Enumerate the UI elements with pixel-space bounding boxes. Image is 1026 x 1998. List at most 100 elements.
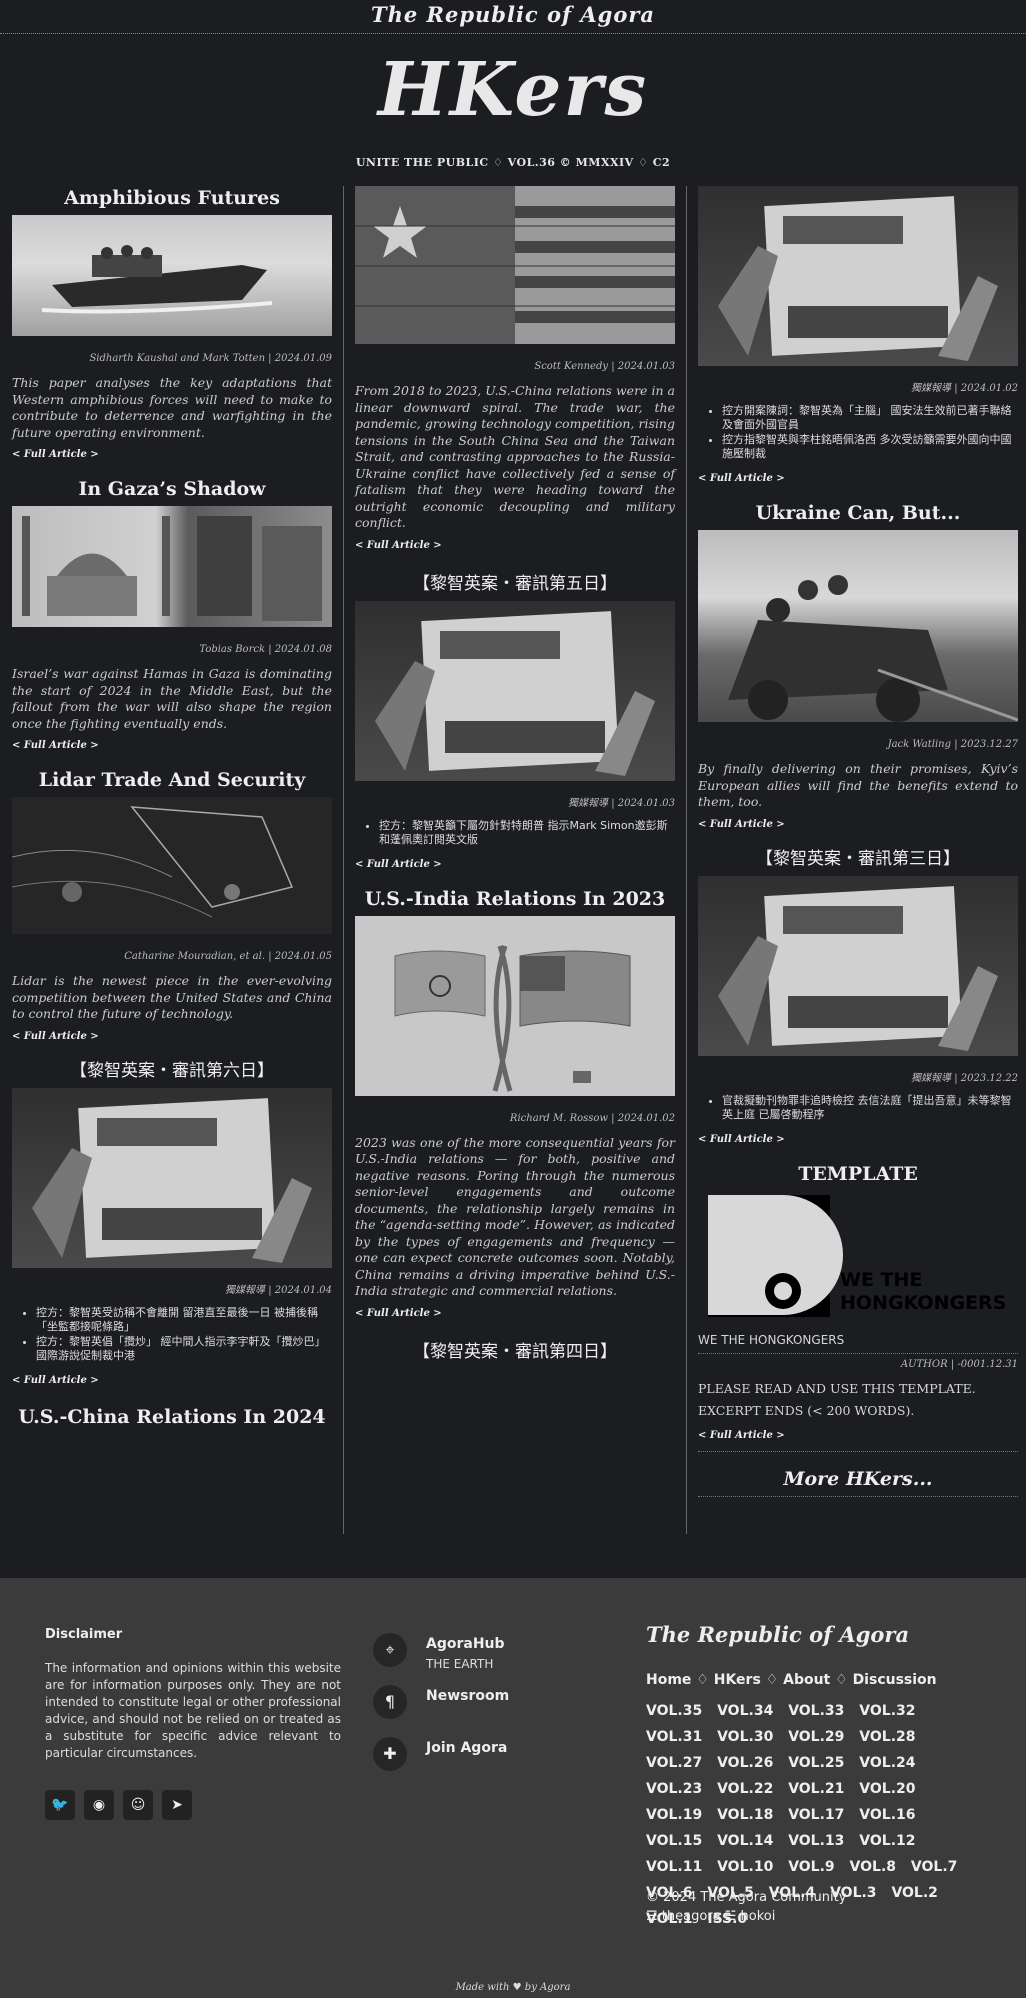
volume-link[interactable]: VOL.15 [646, 1833, 702, 1849]
full-article-link[interactable]: < Full Article > [12, 740, 332, 751]
article-title[interactable]: 【黎智英案・審訊第六日】 [12, 1058, 332, 1084]
full-article-link[interactable]: < Full Article > [698, 473, 1018, 484]
volume-link[interactable]: VOL.8 [850, 1859, 896, 1875]
volume-link[interactable]: VOL.33 [788, 1703, 844, 1719]
volume-link[interactable]: VOL.12 [859, 1833, 915, 1849]
more-hkers-link[interactable]: More HKers... [698, 1468, 1018, 1490]
full-article-link[interactable]: < Full Article > [12, 449, 332, 460]
telegram-icon[interactable]: ➤ [162, 1790, 192, 1820]
nav-home[interactable]: Home [646, 1672, 691, 1688]
footer-links[interactable]: ☰ theagora ☱ hokoi [646, 1907, 846, 1926]
article-title[interactable]: Ukraine Can, But... [698, 500, 1018, 526]
volume-link[interactable]: VOL.31 [646, 1729, 702, 1745]
volume-link[interactable]: VOL.32 [859, 1703, 915, 1719]
volume-link[interactable]: VOL.30 [717, 1729, 773, 1745]
volume-link[interactable]: VOL.16 [859, 1807, 915, 1823]
hkers-logo[interactable]: HKers [0, 50, 1026, 130]
volume-link[interactable]: VOL.27 [646, 1755, 702, 1771]
volume-link[interactable]: VOL.20 [859, 1781, 915, 1797]
full-article-link[interactable]: < Full Article > [698, 819, 1018, 830]
speedboat-photo[interactable] [12, 215, 332, 336]
newspaper-protest-photo[interactable] [698, 186, 1018, 366]
article-title[interactable]: 【黎智英案・審訊第三日】 [698, 846, 1018, 872]
article-card: Amphibious Futures Sidharth Kaushal and … [12, 185, 332, 460]
article-excerpt: From 2018 to 2023, U.S.-China relations … [355, 383, 675, 530]
full-article-link[interactable]: < Full Article > [355, 1308, 675, 1319]
article-card: 【黎智英案・審訊第五日】 獨媒報導 | 2024.01.03 控方：黎智英籲下屬… [355, 571, 675, 870]
bullet-item: 官裁擬動刊物罪非追時檢控 去信法庭「提出吾意」未等黎智英上庭 已屬啓動程序 [722, 1094, 1018, 1122]
github-icon[interactable]: ◉ [84, 1790, 114, 1820]
volume-subline: UNITE THE PUBLIC ♢ VOL.36 © MMXXIV ♢ C2 [355, 156, 671, 169]
template-image-text: HONGKONGERS [840, 1292, 1006, 1314]
full-article-link[interactable]: < Full Article > [698, 1134, 1018, 1145]
full-article-link[interactable]: < Full Article > [355, 540, 675, 551]
volume-link[interactable]: VOL.22 [717, 1781, 773, 1797]
newspaper-protest-photo[interactable] [698, 875, 1018, 1056]
article-bullets: 控方：黎智英籲下屬勿針對特朗普 指示Mark Simon邀彭斯和蓬佩奧訂閱英文版 [379, 819, 675, 847]
flags-wall-graphic [355, 186, 675, 344]
hub-name[interactable]: Join Agora [426, 1740, 507, 1756]
volume-link[interactable]: VOL.13 [788, 1833, 844, 1849]
full-article-link[interactable]: < Full Article > [355, 859, 675, 870]
volume-link[interactable]: VOL.7 [911, 1859, 957, 1875]
template-caption: WE THE HONGKONGERS [698, 1333, 1018, 1354]
volume-link[interactable]: VOL.21 [788, 1781, 844, 1797]
mosque-ruins-photo[interactable] [12, 506, 332, 627]
footer-copyright-block: © 2024 The Agora Community ☰ theagora ☱ … [646, 1888, 846, 1926]
volume-link[interactable]: VOL.34 [717, 1703, 773, 1719]
volume-link[interactable]: VOL.35 [646, 1703, 702, 1719]
full-article-link[interactable]: < Full Article > [12, 1375, 332, 1386]
volume-link[interactable]: VOL.24 [859, 1755, 915, 1771]
article-title[interactable]: U.S.-China Relations In 2024 [12, 1404, 332, 1430]
volume-link[interactable]: VOL.10 [717, 1859, 773, 1875]
lidar-pointcloud-image[interactable] [12, 797, 332, 934]
nav-about[interactable]: About [783, 1672, 830, 1688]
article-title[interactable]: Amphibious Futures [12, 185, 332, 211]
volume-link[interactable]: VOL.26 [717, 1755, 773, 1771]
volume-link[interactable]: VOL.11 [646, 1859, 702, 1875]
we-the-hongkongers-image[interactable]: WE THE HONGKONGERS [698, 1190, 1018, 1319]
made-with-credit: Made with ♥ by Agora [455, 1982, 571, 1993]
reddit-icon[interactable]: ☺ [123, 1790, 153, 1820]
footer-republic-title[interactable]: The Republic of Agora [646, 1622, 909, 1647]
template-image-text: WE THE [840, 1269, 922, 1291]
newspaper-protest-photo[interactable] [355, 600, 675, 781]
article-title[interactable]: Lidar Trade And Security [12, 767, 332, 793]
volume-link[interactable]: VOL.29 [788, 1729, 844, 1745]
volume-link[interactable]: VOL.17 [788, 1807, 844, 1823]
top-bar: The Republic of Agora [0, 0, 1026, 34]
article-title[interactable]: U.S.-India Relations In 2023 [355, 886, 675, 912]
disclaimer-text: The information and opinions within this… [45, 1661, 341, 1760]
flags-brick-wall-photo[interactable] [355, 186, 675, 344]
volume-link[interactable]: VOL.2 [891, 1885, 937, 1901]
hub-name[interactable]: AgoraHub [426, 1636, 505, 1652]
bullet-item: 控方：黎智英受訪稱不會離開 留港直至最後一日 被捕後稱「坐監都接呢條路」 [36, 1306, 332, 1334]
article-title[interactable]: 【黎智英案・審訊第五日】 [355, 571, 675, 597]
article-meta: Scott Kennedy | 2024.01.03 [534, 361, 675, 372]
nav-hkers[interactable]: HKers [714, 1672, 761, 1688]
column-divider [343, 186, 344, 1534]
hub-name[interactable]: Newsroom [426, 1688, 509, 1704]
volume-link[interactable]: VOL.25 [788, 1755, 844, 1771]
full-article-link[interactable]: < Full Article > [698, 1430, 1018, 1441]
article-title[interactable]: In Gaza’s Shadow [12, 476, 332, 502]
article-card: Ukraine Can, But... Jack Watling | 2023.… [698, 500, 1018, 830]
article-card: U.S.-India Relations In 2023 Richard M. … [355, 886, 675, 1319]
volume-link[interactable]: VOL.28 [859, 1729, 915, 1745]
twitter-icon[interactable]: 🐦 [45, 1790, 75, 1820]
newspaper-protest-photo[interactable] [12, 1087, 332, 1268]
volume-link[interactable]: VOL.9 [788, 1859, 834, 1875]
volume-link[interactable]: VOL.18 [717, 1807, 773, 1823]
full-article-link[interactable]: < Full Article > [12, 1031, 332, 1042]
soldiers-vehicle-photo[interactable] [698, 530, 1018, 722]
volume-link[interactable]: VOL.19 [646, 1807, 702, 1823]
newspaper-graphic [32, 1097, 312, 1263]
article-title[interactable]: 【黎智英案・審訊第四日】 [355, 1339, 675, 1365]
volume-link[interactable]: VOL.23 [646, 1781, 702, 1797]
article-title[interactable]: TEMPLATE [698, 1161, 1018, 1187]
volume-link[interactable]: VOL.14 [717, 1833, 773, 1849]
site-title[interactable]: The Republic of Agora [371, 2, 655, 27]
india-us-flags-illustration[interactable] [355, 915, 675, 1096]
bullet-item: 控方開案陳詞：黎智英為「主腦」 國安法生效前已著手聯絡及會面外國官員 [722, 404, 1018, 432]
nav-discussion[interactable]: Discussion [853, 1672, 937, 1688]
